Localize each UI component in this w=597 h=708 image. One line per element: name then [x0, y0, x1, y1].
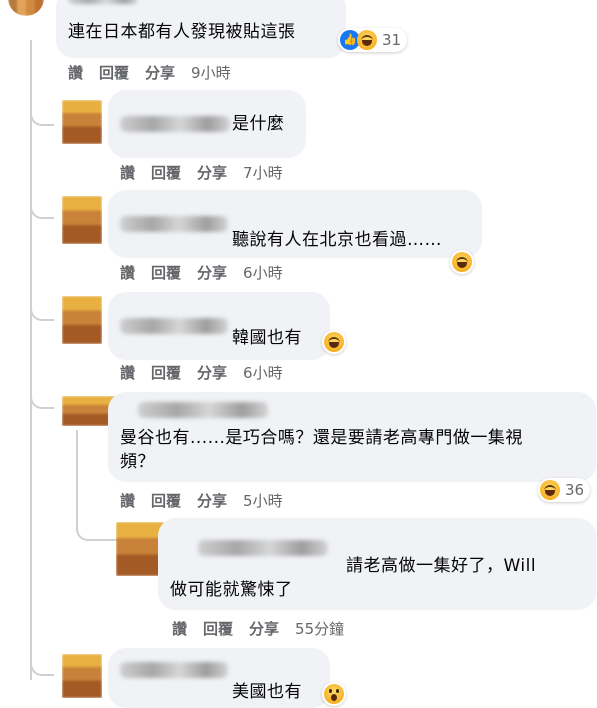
reply-button[interactable]: 回覆 — [151, 362, 181, 383]
comment-bubble: 是什麼 — [108, 90, 306, 158]
wow-icon — [324, 684, 344, 704]
comment-text: 美國也有 — [232, 682, 302, 702]
timestamp[interactable]: 9小時 — [191, 62, 231, 83]
like-button[interactable]: 讚 — [68, 62, 83, 83]
thread-curve — [30, 660, 54, 676]
avatar[interactable] — [116, 522, 164, 576]
share-button[interactable]: 分享 — [249, 618, 279, 639]
reply-button[interactable]: 回覆 — [151, 490, 181, 511]
avatar[interactable] — [62, 196, 102, 244]
like-button[interactable]: 讚 — [172, 618, 187, 639]
haha-icon — [540, 480, 560, 500]
comment-actions: 讚 回覆 分享 7小時 — [120, 162, 299, 183]
blurred-author-name[interactable] — [120, 116, 230, 132]
thread-line-nested — [76, 430, 78, 525]
comment-text-line-2: 頻？ — [120, 452, 155, 472]
reaction-count: 36 — [565, 481, 585, 499]
haha-icon — [357, 30, 377, 50]
comment-text-line-2: 做可能就驚悚了 — [170, 580, 293, 600]
reaction-summary[interactable]: 36 — [538, 478, 591, 502]
blurred-author-name[interactable] — [68, 0, 138, 4]
comment-actions: 讚 回覆 分享 9小時 — [68, 62, 247, 83]
thread-curve — [30, 393, 54, 409]
like-button[interactable]: 讚 — [120, 490, 135, 511]
like-button[interactable]: 讚 — [120, 162, 135, 183]
thread-curve — [30, 110, 54, 126]
comment-actions: 讚 回覆 分享 6小時 — [120, 262, 299, 283]
reaction-summary[interactable]: 👍 31 — [338, 28, 408, 52]
thread-curve — [30, 305, 54, 321]
reaction-summary[interactable] — [322, 682, 346, 706]
avatar[interactable] — [62, 100, 102, 144]
blurred-author-name[interactable] — [198, 540, 328, 556]
avatar[interactable] — [62, 296, 102, 344]
share-button[interactable]: 分享 — [145, 62, 175, 83]
comment-actions: 讚 回覆 分享 5小時 — [120, 490, 299, 511]
like-button[interactable]: 讚 — [120, 262, 135, 283]
comment-bubble: 聽說有人在北京也看過…… — [108, 190, 482, 258]
comment-actions: 讚 回覆 分享 55分鐘 — [172, 618, 360, 639]
haha-icon — [452, 252, 472, 272]
comment-text: 是什麼 — [232, 114, 285, 134]
share-button[interactable]: 分享 — [197, 162, 227, 183]
comment-text-line-1: 曼谷也有......是巧合嗎？還是要請老高專門做一集視 — [120, 428, 523, 448]
thread-curve — [30, 203, 54, 219]
reply-button[interactable]: 回覆 — [151, 262, 181, 283]
reply-button[interactable]: 回覆 — [203, 618, 233, 639]
comment-bubble: 美國也有 — [108, 648, 330, 708]
timestamp[interactable]: 6小時 — [243, 362, 283, 383]
timestamp[interactable]: 7小時 — [243, 162, 283, 183]
share-button[interactable]: 分享 — [197, 262, 227, 283]
reaction-summary[interactable] — [322, 330, 346, 354]
reaction-summary[interactable] — [450, 250, 474, 274]
comment-actions: 讚 回覆 分享 6小時 — [120, 362, 299, 383]
haha-icon — [324, 332, 344, 352]
blurred-author-name[interactable] — [120, 216, 228, 232]
thread-curve — [76, 525, 118, 541]
avatar[interactable] — [62, 654, 102, 698]
avatar[interactable] — [8, 0, 44, 16]
blurred-author-name[interactable] — [138, 402, 268, 418]
blurred-author-name[interactable] — [120, 318, 228, 334]
timestamp[interactable]: 55分鐘 — [295, 618, 344, 639]
thread-line-main — [30, 40, 32, 680]
reply-button[interactable]: 回覆 — [151, 162, 181, 183]
comment-bubble: 韓國也有 — [108, 292, 330, 360]
comment-bubble: 曼谷也有......是巧合嗎？還是要請老高專門做一集視 頻？ — [108, 392, 596, 482]
blurred-author-name[interactable] — [120, 662, 228, 678]
share-button[interactable]: 分享 — [197, 490, 227, 511]
share-button[interactable]: 分享 — [197, 362, 227, 383]
comment-text: 韓國也有 — [232, 328, 302, 348]
comment-bubble: 請老高做一集好了，Will 做可能就驚悚了 — [158, 518, 596, 610]
comment-text: 連在日本都有人發現被貼這張 — [68, 22, 296, 42]
reaction-count: 31 — [382, 31, 402, 49]
like-button[interactable]: 讚 — [120, 362, 135, 383]
timestamp[interactable]: 5小時 — [243, 490, 283, 511]
reply-button[interactable]: 回覆 — [99, 62, 129, 83]
timestamp[interactable]: 6小時 — [243, 262, 283, 283]
comment-bubble: 連在日本都有人發現被貼這張 — [56, 0, 346, 58]
comment-text-line-1: 請老高做一集好了，Will — [346, 556, 537, 576]
comment-text: 聽說有人在北京也看過…… — [232, 230, 442, 250]
